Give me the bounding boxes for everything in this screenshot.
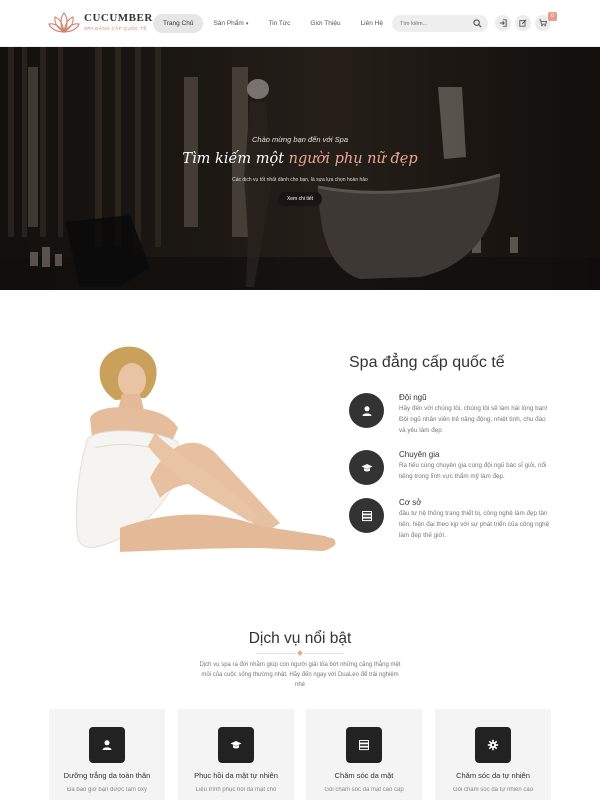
card-text: Gói chăm sóc da mặt cao cấp <box>324 787 404 793</box>
feature-title: Cơ sở <box>399 498 422 507</box>
login-icon <box>499 19 507 27</box>
card-icon-box <box>218 727 254 763</box>
hero-title-prefix: Tìm kiếm một <box>182 151 285 167</box>
feature-text: Hãy đến với chúng tôi, chúng tôi sẽ làm … <box>399 405 548 434</box>
nav-label: Sản Phẩm <box>213 20 244 27</box>
nav-label: Giới Thiệu <box>310 20 341 27</box>
service-card[interactable]: Chăm sóc da tự nhiên Gói chăm sóc da tự … <box>435 709 551 800</box>
cart-count-badge: 0 <box>548 12 557 21</box>
view-details-button[interactable]: Xem chi tiết <box>278 192 322 206</box>
register-button[interactable] <box>515 15 531 31</box>
spa-woman-image <box>75 346 336 552</box>
nav-item-home[interactable]: Trang Chủ <box>153 14 204 33</box>
card-title: Phục hồi da mặt tự nhiên <box>194 771 278 780</box>
service-card[interactable]: Chăm sóc da mặt Gói chăm sóc da mặt cao … <box>306 709 422 800</box>
card-icon-box <box>89 727 125 763</box>
nav-item-news[interactable]: Tin Tức <box>258 14 300 33</box>
search-box <box>392 15 488 32</box>
card-icon-box <box>475 727 511 763</box>
divider-line <box>304 653 344 654</box>
card-title: Chăm sóc da mặt <box>334 771 394 780</box>
section-divider <box>256 650 344 656</box>
user-icon <box>102 740 112 750</box>
feature-icon-circle <box>349 498 384 533</box>
logo-name: CUCUMBER <box>84 12 153 24</box>
hero-content: Chào mừng bạn đến với Spa Tìm kiếm một n… <box>0 47 600 290</box>
server-icon <box>359 740 369 751</box>
hero-welcome: Chào mừng bạn đến với Spa <box>251 135 348 144</box>
feature-title: Chuyên gia <box>399 450 440 459</box>
about-title: Spa đẳng cấp quốc tế <box>349 354 505 371</box>
nav-item-products[interactable]: Sản Phẩm ▾ <box>203 14 258 33</box>
card-text: Liệu trình phục hồi da mặt cho <box>195 787 277 793</box>
logo[interactable]: CUCUMBER SPA ĐẲNG CẤP QUỐC TẾ <box>48 10 152 38</box>
hero-title: Tìm kiếm một người phụ nữ đẹp <box>0 151 600 167</box>
card-icon-box <box>346 727 382 763</box>
card-text: Đã bao giờ bạn được tắm oxy <box>67 787 147 793</box>
hero-description: Các dịch vụ tốt nhất dành cho bạn, là sự… <box>232 177 368 183</box>
nav-label: Tin Tức <box>268 20 291 27</box>
feature-text: đầu tư hệ thống trang thiết bị, công ngh… <box>399 510 550 539</box>
main-nav: Trang Chủ Sản Phẩm ▾ Tin Tức Giới Thiệu L… <box>153 14 393 33</box>
feature-icon-circle <box>349 450 384 485</box>
services-description: Dịch vụ spa ra đời nhằm giúp con người g… <box>199 662 401 688</box>
nav-label: Trang Chủ <box>163 20 194 27</box>
search-input[interactable] <box>400 15 470 32</box>
login-button[interactable] <box>495 15 511 31</box>
divider-line <box>256 653 296 654</box>
card-text: Gói chăm sóc da tự nhiên cao <box>452 787 534 793</box>
graduation-cap-icon <box>230 741 242 749</box>
feature-title: Đội ngũ <box>399 393 427 402</box>
cart-icon <box>539 19 547 27</box>
lotus-logo-icon <box>48 12 80 33</box>
service-card[interactable]: Phục hồi da mặt tự nhiên Liệu trình phục… <box>178 709 294 800</box>
card-title: Chăm sóc da tự nhiên <box>456 771 530 780</box>
hero-banner: Chào mừng bạn đến với Spa Tìm kiếm một n… <box>0 47 600 290</box>
card-title: Dưỡng trắng da toàn thân <box>63 771 151 780</box>
services-title: Dịch vụ nổi bật <box>248 630 352 647</box>
nav-item-contact[interactable]: Liên Hệ <box>351 14 393 33</box>
site-header: CUCUMBER SPA ĐẲNG CẤP QUỐC TẾ Trang Chủ … <box>0 0 600 47</box>
nav-label: Liên Hệ <box>360 20 383 27</box>
user-icon <box>362 405 371 416</box>
hero-title-accent: người phụ nữ đẹp <box>288 151 418 167</box>
server-icon <box>361 510 372 521</box>
search-icon[interactable] <box>473 19 482 28</box>
gear-icon <box>487 739 499 751</box>
diamond-icon <box>297 650 303 656</box>
feature-text: Ra tiếu cùng chuyên gia cùng đội ngũ bác… <box>399 462 547 480</box>
nav-item-about[interactable]: Giới Thiệu <box>300 14 350 33</box>
feature-icon-circle <box>349 393 384 428</box>
register-icon <box>519 19 527 27</box>
graduation-cap-icon <box>361 463 372 471</box>
chevron-down-icon: ▾ <box>245 21 249 27</box>
service-card[interactable]: Dưỡng trắng da toàn thân Đã bao giờ bạn … <box>49 709 165 800</box>
logo-tagline: SPA ĐẲNG CẤP QUỐC TẾ <box>84 26 147 31</box>
